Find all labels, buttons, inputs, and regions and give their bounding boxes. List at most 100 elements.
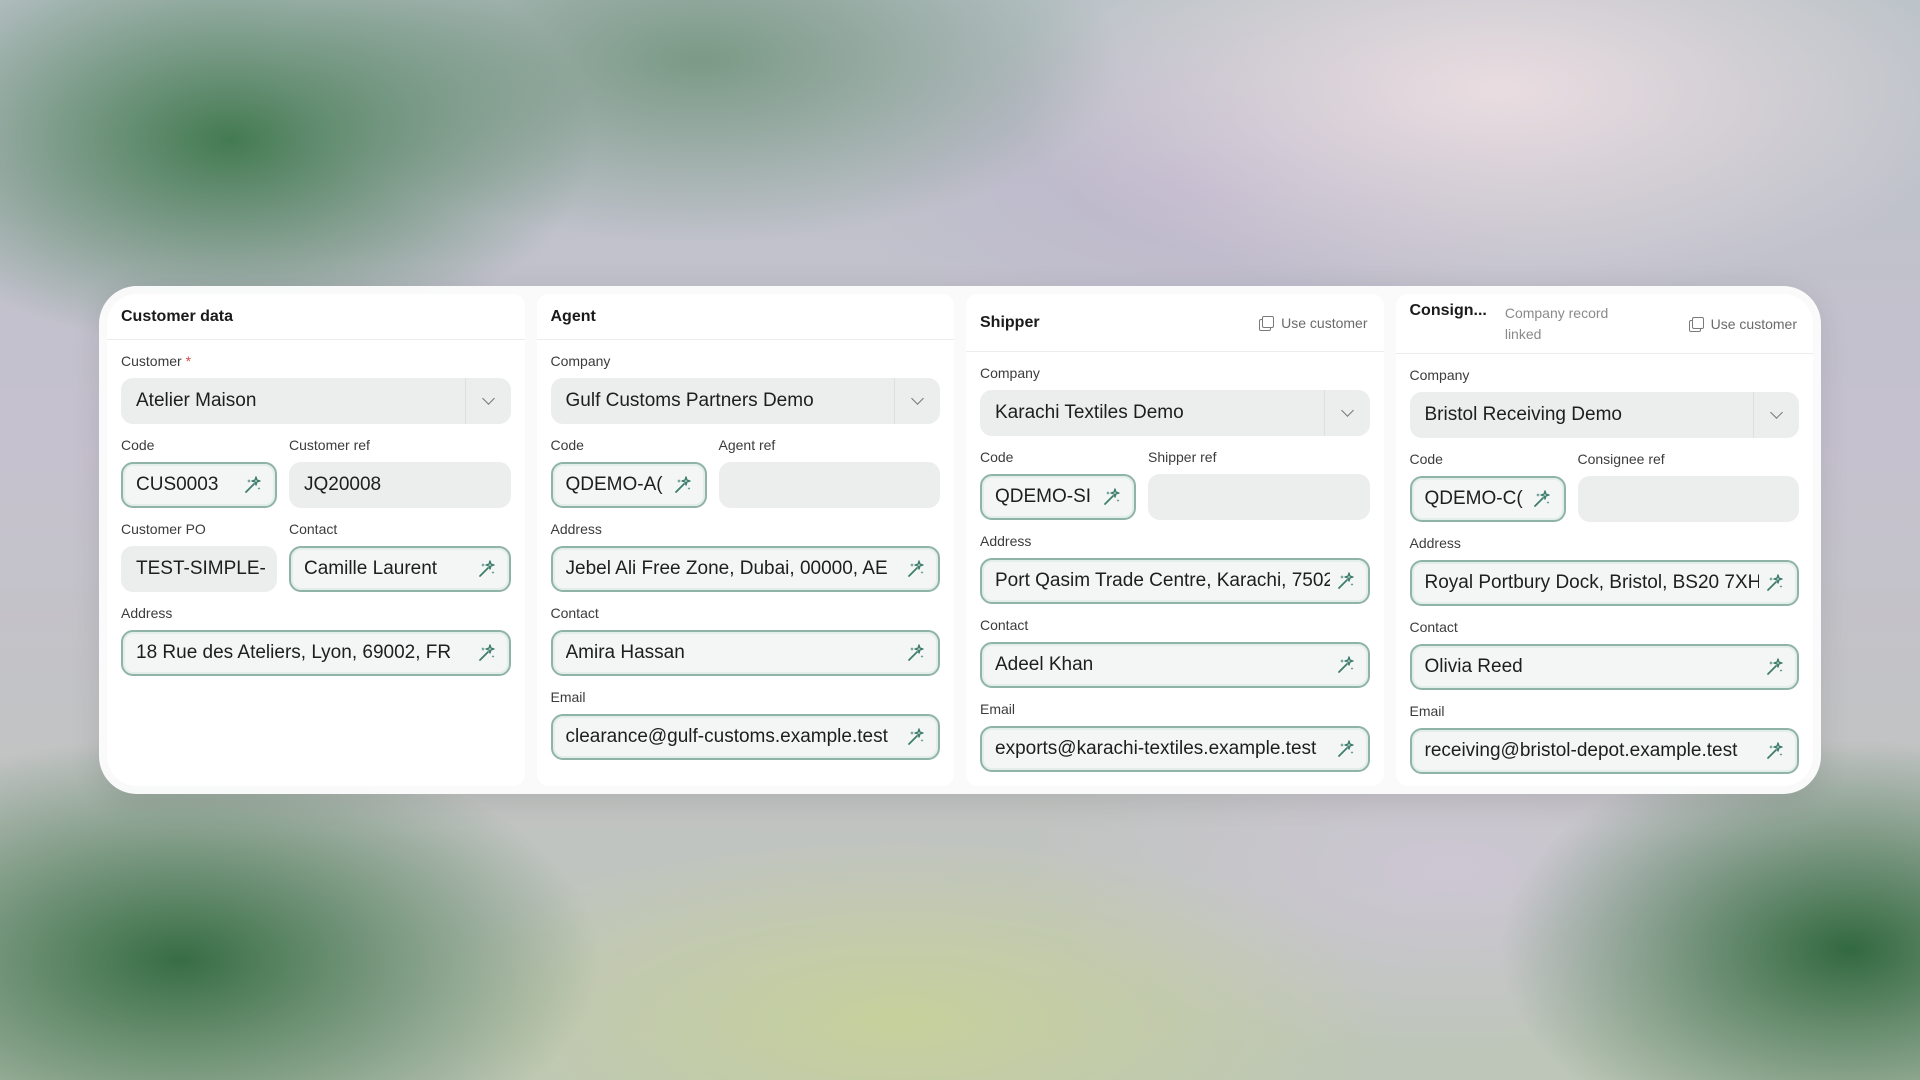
shipper-email-input[interactable]: exports@karachi-textiles.example.test (980, 726, 1370, 772)
code-label: Code (121, 437, 155, 453)
customer-ref-value: JQ20008 (304, 474, 382, 495)
chevron-down-icon (1340, 404, 1354, 417)
address-label: Address (1409, 535, 1461, 551)
consignee-email-input[interactable]: receiving@bristol-depot.example.test (1409, 728, 1799, 774)
sparkle-wand-icon[interactable] (1532, 489, 1552, 509)
use-customer-button[interactable]: Use customer (1688, 315, 1799, 332)
customer-contact-input[interactable]: Camille Laurent (289, 546, 511, 592)
agent-code-input[interactable]: QDEMO-A( (550, 462, 707, 508)
sparkle-wand-icon[interactable] (1336, 655, 1356, 675)
consignee-card-header: Consign... Company record linked Use cus… (1395, 294, 1813, 354)
sparkle-wand-icon[interactable] (906, 727, 926, 747)
consignee-contact-value: Olivia Reed (1424, 656, 1523, 677)
sparkle-wand-icon[interactable] (477, 643, 497, 663)
agent-contact-input[interactable]: Amira Hassan (550, 630, 940, 676)
sparkle-wand-icon[interactable] (1765, 573, 1785, 593)
dropdown-toggle[interactable] (1753, 392, 1799, 438)
card-title: Shipper (980, 313, 1040, 331)
card-title: Agent (550, 307, 596, 325)
sparkle-wand-icon[interactable] (1765, 657, 1785, 677)
linked-status-note: Company record linked (1504, 305, 1609, 342)
company-label: Company (550, 353, 611, 369)
email-label: Email (980, 701, 1016, 717)
sparkle-wand-icon[interactable] (906, 643, 926, 663)
use-customer-button[interactable]: Use customer (1259, 315, 1369, 331)
consignee-company-value: Bristol Receiving Demo (1424, 404, 1622, 425)
consignee-code-input[interactable]: QDEMO-C( (1409, 476, 1566, 522)
sparkle-wand-icon[interactable] (673, 475, 693, 495)
agent-email-input[interactable]: clearance@gulf-customs.example.test (550, 714, 940, 760)
shipper-contact-value: Adeel Khan (995, 654, 1094, 675)
shipper-code-value: QDEMO-SI (995, 486, 1092, 507)
email-label: Email (1409, 703, 1445, 719)
company-label: Company (980, 365, 1040, 381)
contact-label: Contact (980, 617, 1029, 633)
customer-select-value: Atelier Maison (136, 390, 257, 411)
card-title: Customer data (121, 307, 234, 325)
agent-contact-value: Amira Hassan (565, 642, 685, 663)
email-label: Email (550, 689, 586, 705)
customer-ref-label: Customer ref (289, 437, 370, 453)
sparkle-wand-icon[interactable] (243, 475, 263, 495)
shipper-contact-input[interactable]: Adeel Khan (980, 642, 1370, 688)
code-label: Code (980, 449, 1014, 465)
shipper-ref-input[interactable] (1148, 474, 1370, 520)
consignee-address-input[interactable]: Royal Portbury Dock, Bristol, BS20 7XH, (1409, 560, 1799, 606)
dropdown-toggle[interactable] (1323, 390, 1370, 436)
sparkle-wand-icon[interactable] (1336, 739, 1356, 759)
sparkle-wand-icon[interactable] (1102, 487, 1122, 507)
agent-card: Agent Company Gulf Customs Partners Demo… (536, 294, 954, 786)
address-label: Address (980, 533, 1032, 549)
code-label: Code (550, 437, 584, 453)
company-label: Company (1409, 367, 1470, 383)
chevron-down-icon (1770, 406, 1783, 419)
sparkle-wand-icon[interactable] (1336, 571, 1356, 591)
sparkle-wand-icon[interactable] (1765, 741, 1785, 761)
required-mark: * (185, 353, 192, 369)
shipper-ref-label: Shipper ref (1148, 449, 1217, 465)
customer-address-value: 18 Rue des Ateliers, Lyon, 69002, FR (136, 642, 452, 663)
shipper-company-value: Karachi Textiles Demo (995, 402, 1184, 423)
agent-card-header: Agent (536, 294, 954, 340)
agent-address-input[interactable]: Jebel Ali Free Zone, Dubai, 00000, AE (550, 546, 940, 592)
customer-select[interactable]: Atelier Maison (121, 378, 511, 424)
address-label: Address (550, 521, 602, 537)
shipper-company-select[interactable]: Karachi Textiles Demo (980, 390, 1370, 436)
contact-label: Contact (1409, 619, 1458, 635)
consignee-ref-input[interactable] (1577, 476, 1799, 522)
customer-card-header: Customer data (107, 294, 525, 340)
sparkle-wand-icon[interactable] (477, 559, 497, 579)
consignee-company-select[interactable]: Bristol Receiving Demo (1409, 392, 1799, 438)
use-customer-label: Use customer (1710, 315, 1797, 332)
address-label: Address (121, 605, 173, 621)
agent-email-value: clearance@gulf-customs.example.test (565, 726, 888, 747)
shipper-address-input[interactable]: Port Qasim Trade Centre, Karachi, 7502( (980, 558, 1370, 604)
chevron-down-icon (911, 392, 924, 405)
shipper-code-input[interactable]: QDEMO-SI (980, 474, 1136, 520)
dropdown-toggle[interactable] (894, 378, 940, 424)
shipper-card: Shipper Use customer Company Karachi Tex… (966, 294, 1384, 786)
consignee-email-value: receiving@bristol-depot.example.test (1424, 740, 1738, 761)
consignee-ref-label: Consignee ref (1577, 451, 1665, 467)
party-details-panel: Customer data Customer * Atelier Maison … (99, 286, 1821, 794)
consignee-address-value: Royal Portbury Dock, Bristol, BS20 7XH, (1424, 572, 1760, 593)
copy-icon (1259, 315, 1275, 331)
customer-card: Customer data Customer * Atelier Maison … (107, 294, 525, 786)
contact-label: Contact (289, 521, 338, 537)
customer-code-value: CUS0003 (136, 474, 219, 495)
customer-po-input[interactable]: TEST-SIMPLE- (121, 546, 277, 592)
customer-label: Customer * (121, 353, 192, 369)
customer-address-input[interactable]: 18 Rue des Ateliers, Lyon, 69002, FR (121, 630, 511, 676)
agent-ref-input[interactable] (718, 462, 940, 508)
customer-code-input[interactable]: CUS0003 (121, 462, 277, 508)
customer-po-value: TEST-SIMPLE- (136, 558, 265, 579)
code-label: Code (1409, 451, 1443, 467)
contact-label: Contact (550, 605, 599, 621)
sparkle-wand-icon[interactable] (906, 559, 926, 579)
dropdown-toggle[interactable] (464, 378, 511, 424)
customer-ref-input[interactable]: JQ20008 (289, 462, 511, 508)
shipper-card-header: Shipper Use customer (966, 294, 1384, 352)
shipper-email-value: exports@karachi-textiles.example.test (995, 738, 1317, 759)
consignee-contact-input[interactable]: Olivia Reed (1409, 644, 1799, 690)
agent-company-select[interactable]: Gulf Customs Partners Demo (550, 378, 940, 424)
